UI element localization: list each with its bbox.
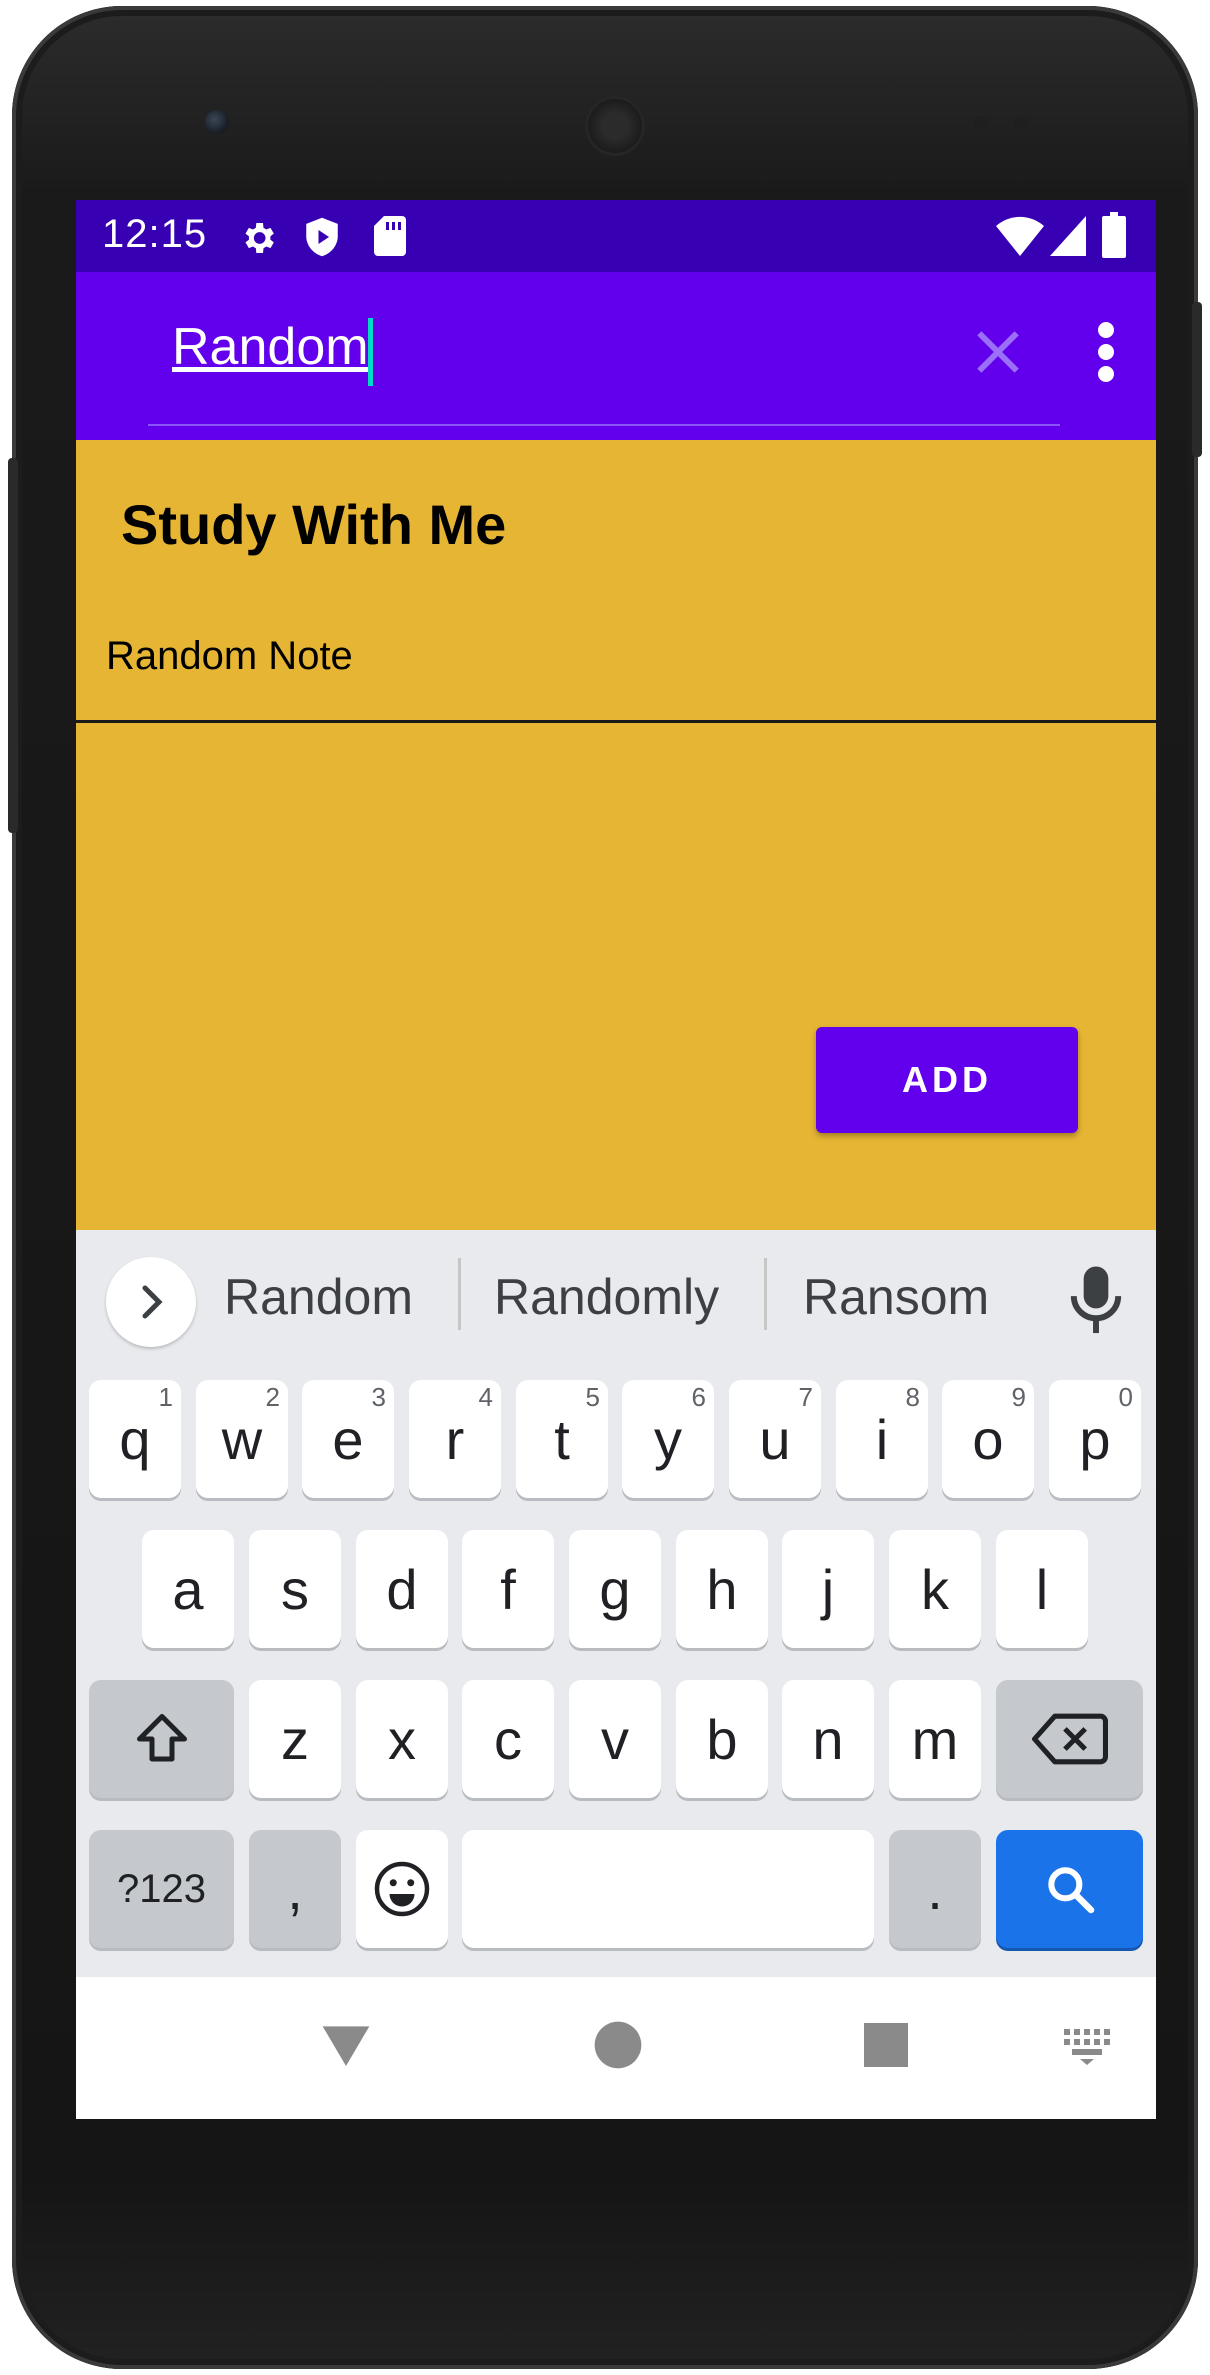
soft-keyboard: Random Randomly Ransom q1 w2 e3 r4 t5 y6… bbox=[76, 1230, 1156, 1977]
expand-suggestions-button[interactable] bbox=[106, 1257, 196, 1347]
recents-icon[interactable] bbox=[862, 2021, 910, 2069]
text-cursor bbox=[368, 318, 373, 386]
chevron-right-icon bbox=[142, 1285, 163, 1319]
key-m[interactable]: m bbox=[889, 1680, 981, 1798]
key-k[interactable]: k bbox=[889, 1530, 981, 1648]
suggestion-1[interactable]: Random bbox=[224, 1268, 413, 1326]
search-icon bbox=[1047, 1867, 1094, 1914]
search-input[interactable] bbox=[172, 312, 692, 382]
signal-icon bbox=[1050, 216, 1086, 256]
key-y[interactable]: y6 bbox=[622, 1380, 714, 1498]
status-bar: 12:15 bbox=[76, 200, 1156, 272]
phone-frame: 12:15 Study With Me Random Note ADD bbox=[8, 6, 1202, 2369]
symbols-key[interactable]: ?123 bbox=[89, 1830, 234, 1948]
space-key[interactable] bbox=[462, 1830, 874, 1948]
screen: 12:15 Study With Me Random Note ADD bbox=[76, 200, 1156, 2119]
key-p[interactable]: p0 bbox=[1049, 1380, 1141, 1498]
key-g[interactable]: g bbox=[569, 1530, 661, 1648]
key-n[interactable]: n bbox=[782, 1680, 874, 1798]
suggestion-divider bbox=[458, 1258, 461, 1330]
battery-icon bbox=[1102, 212, 1126, 258]
search-underline bbox=[148, 424, 1060, 426]
keyboard-switch-icon[interactable] bbox=[1062, 2025, 1112, 2065]
status-time: 12:15 bbox=[102, 212, 208, 256]
add-button[interactable]: ADD bbox=[816, 1027, 1078, 1133]
back-icon[interactable] bbox=[318, 2017, 374, 2073]
key-v[interactable]: v bbox=[569, 1680, 661, 1798]
backspace-icon bbox=[1031, 1713, 1108, 1765]
key-e[interactable]: e3 bbox=[302, 1380, 394, 1498]
list-item[interactable]: Random Note bbox=[76, 620, 1156, 723]
key-q[interactable]: q1 bbox=[89, 1380, 181, 1498]
sd-card-icon bbox=[374, 216, 406, 256]
emoji-key[interactable] bbox=[356, 1830, 448, 1948]
more-vert-icon[interactable] bbox=[1086, 320, 1126, 384]
key-s[interactable]: s bbox=[249, 1530, 341, 1648]
earpiece-speaker bbox=[585, 96, 645, 156]
key-z[interactable]: z bbox=[249, 1680, 341, 1798]
backspace-key[interactable] bbox=[996, 1680, 1143, 1798]
shield-play-icon bbox=[306, 217, 338, 257]
key-u[interactable]: u7 bbox=[729, 1380, 821, 1498]
suggestion-divider bbox=[764, 1258, 767, 1330]
key-b[interactable]: b bbox=[676, 1680, 768, 1798]
key-w[interactable]: w2 bbox=[196, 1380, 288, 1498]
main-content: Study With Me Random Note ADD bbox=[76, 440, 1156, 1230]
front-camera bbox=[205, 110, 229, 134]
key-a[interactable]: a bbox=[142, 1530, 234, 1648]
key-c[interactable]: c bbox=[462, 1680, 554, 1798]
period-key[interactable]: . bbox=[889, 1830, 981, 1948]
light-sensor bbox=[1014, 116, 1028, 130]
home-icon[interactable] bbox=[590, 2017, 646, 2073]
shift-icon bbox=[136, 1714, 187, 1762]
key-j[interactable]: j bbox=[782, 1530, 874, 1648]
shift-key[interactable] bbox=[89, 1680, 234, 1798]
microphone-icon[interactable] bbox=[1066, 1264, 1126, 1338]
key-t[interactable]: t5 bbox=[516, 1380, 608, 1498]
wifi-icon bbox=[996, 216, 1044, 256]
search-key[interactable] bbox=[996, 1830, 1143, 1948]
page-title: Study With Me bbox=[121, 493, 507, 556]
key-d[interactable]: d bbox=[356, 1530, 448, 1648]
emoji-icon bbox=[374, 1861, 430, 1917]
key-l[interactable]: l bbox=[996, 1530, 1088, 1648]
key-f[interactable]: f bbox=[462, 1530, 554, 1648]
settings-icon bbox=[245, 223, 274, 253]
suggestion-2[interactable]: Randomly bbox=[494, 1268, 719, 1326]
key-o[interactable]: o9 bbox=[942, 1380, 1034, 1498]
close-icon[interactable] bbox=[966, 320, 1030, 384]
key-x[interactable]: x bbox=[356, 1680, 448, 1798]
comma-key[interactable]: , bbox=[249, 1830, 341, 1948]
suggestion-bar: Random Randomly Ransom bbox=[76, 1230, 1156, 1370]
suggestion-3[interactable]: Ransom bbox=[803, 1268, 989, 1326]
proximity-sensor bbox=[974, 116, 988, 130]
power-button bbox=[1192, 302, 1202, 457]
app-bar bbox=[76, 272, 1156, 440]
key-i[interactable]: i8 bbox=[836, 1380, 928, 1498]
key-h[interactable]: h bbox=[676, 1530, 768, 1648]
note-label: Random Note bbox=[106, 634, 353, 678]
volume-button bbox=[8, 458, 18, 833]
navigation-bar bbox=[76, 1977, 1156, 2119]
key-r[interactable]: r4 bbox=[409, 1380, 501, 1498]
